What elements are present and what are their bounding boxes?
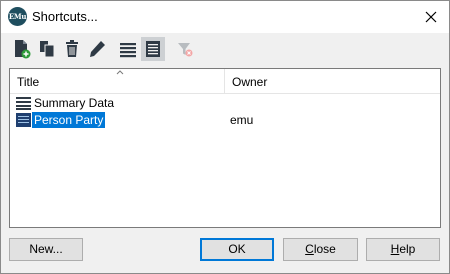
close-mnemonic: C bbox=[305, 242, 314, 256]
copy-icon bbox=[40, 41, 55, 58]
list-view-icon bbox=[120, 43, 136, 58]
column-header-title[interactable]: Title bbox=[17, 75, 39, 89]
item-title: Person Party bbox=[32, 112, 106, 128]
column-header-owner[interactable]: Owner bbox=[232, 75, 267, 89]
detail-view-button[interactable] bbox=[141, 37, 165, 61]
list-item[interactable]: Summary Data bbox=[10, 95, 440, 111]
list-view-icon bbox=[16, 97, 31, 110]
clear-filter-button[interactable] bbox=[173, 37, 197, 61]
close-icon bbox=[425, 11, 437, 23]
column-divider[interactable] bbox=[224, 69, 225, 93]
list-item-selected[interactable]: Person Party emu bbox=[10, 112, 440, 128]
shortcuts-list[interactable]: Title Owner Summary Data Person Party em bbox=[9, 68, 441, 228]
item-owner: emu bbox=[230, 113, 254, 127]
shortcuts-dialog: EMu Shortcuts... Title Owner Summary Dat… bbox=[0, 0, 450, 274]
delete-icon bbox=[66, 40, 78, 57]
new-button[interactable]: New... bbox=[9, 238, 83, 261]
new-shortcut-icon bbox=[15, 40, 31, 59]
item-title: Summary Data bbox=[34, 96, 115, 110]
delete-shortcut-button[interactable] bbox=[60, 37, 84, 61]
close-label: lose bbox=[313, 242, 336, 256]
ok-button[interactable]: OK bbox=[200, 238, 274, 261]
copy-shortcut-button[interactable] bbox=[35, 37, 59, 61]
close-window-button[interactable] bbox=[417, 3, 445, 31]
list-header: Title Owner bbox=[10, 69, 440, 94]
edit-shortcut-button[interactable] bbox=[85, 37, 109, 61]
sort-ascending-icon bbox=[116, 70, 124, 75]
help-label: elp bbox=[399, 242, 416, 256]
clear-filter-icon bbox=[178, 43, 193, 57]
toolbar bbox=[1, 34, 449, 64]
edit-icon bbox=[90, 41, 105, 57]
emu-app-icon: EMu bbox=[8, 7, 27, 26]
new-shortcut-button[interactable] bbox=[10, 37, 34, 61]
detail-view-icon bbox=[146, 41, 160, 57]
help-button[interactable]: Help bbox=[366, 238, 440, 261]
dialog-title: Shortcuts... bbox=[32, 9, 98, 24]
title-bar: EMu Shortcuts... bbox=[1, 1, 449, 33]
list-view-button[interactable] bbox=[116, 37, 140, 61]
close-button[interactable]: Close bbox=[283, 238, 358, 261]
detail-view-icon bbox=[16, 113, 31, 127]
